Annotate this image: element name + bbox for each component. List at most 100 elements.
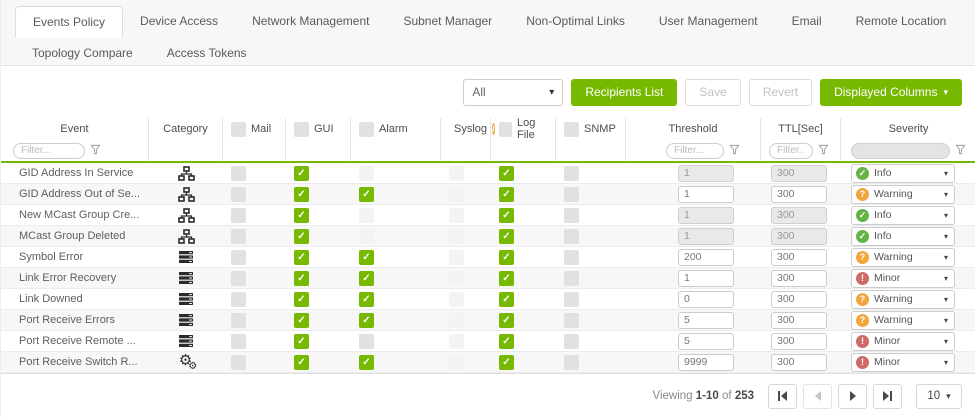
ttl-input[interactable] <box>771 249 827 266</box>
log-file-checkbox[interactable] <box>499 334 514 349</box>
alarm-checkbox[interactable] <box>359 166 374 181</box>
severity-select[interactable]: Warning▾ <box>851 185 955 204</box>
severity-select[interactable]: Info▾ <box>851 164 955 183</box>
log-file-checkbox[interactable] <box>499 250 514 265</box>
select-all-log-file-checkbox[interactable] <box>499 122 512 137</box>
severity-select[interactable]: Info▾ <box>851 206 955 225</box>
ttl-input[interactable] <box>771 165 827 182</box>
select-all-snmp-checkbox[interactable] <box>564 122 579 137</box>
syslog-checkbox[interactable] <box>449 208 464 223</box>
syslog-checkbox[interactable] <box>449 250 464 265</box>
alarm-checkbox[interactable] <box>359 250 374 265</box>
alarm-checkbox[interactable] <box>359 334 374 349</box>
save-button[interactable]: Save <box>685 79 740 106</box>
threshold-input[interactable] <box>678 228 734 245</box>
filter-funnel-icon[interactable] <box>818 142 829 160</box>
threshold-input[interactable] <box>678 186 734 203</box>
snmp-checkbox[interactable] <box>564 208 579 223</box>
syslog-checkbox[interactable] <box>449 187 464 202</box>
alarm-checkbox[interactable] <box>359 355 374 370</box>
ttl-input[interactable] <box>771 228 827 245</box>
gui-checkbox[interactable] <box>294 166 309 181</box>
threshold-filter-input[interactable] <box>666 143 724 159</box>
severity-select[interactable]: Minor▾ <box>851 332 955 351</box>
gui-checkbox[interactable] <box>294 355 309 370</box>
alarm-checkbox[interactable] <box>359 271 374 286</box>
select-all-gui-checkbox[interactable] <box>294 122 309 137</box>
ttl-input[interactable] <box>771 333 827 350</box>
snmp-checkbox[interactable] <box>564 292 579 307</box>
last-page-button[interactable] <box>873 384 902 409</box>
gui-checkbox[interactable] <box>294 313 309 328</box>
mail-checkbox[interactable] <box>231 187 246 202</box>
threshold-input[interactable] <box>678 165 734 182</box>
tab-email[interactable]: Email <box>775 6 839 38</box>
snmp-checkbox[interactable] <box>564 313 579 328</box>
tab-topology-compare[interactable]: Topology Compare <box>15 38 150 68</box>
tab-device-access[interactable]: Device Access <box>123 6 235 38</box>
gui-checkbox[interactable] <box>294 187 309 202</box>
severity-filter-select[interactable] <box>851 143 950 159</box>
severity-select[interactable]: Warning▾ <box>851 311 955 330</box>
ttl-input[interactable] <box>771 207 827 224</box>
alarm-checkbox[interactable] <box>359 313 374 328</box>
event-filter-input[interactable] <box>13 143 85 159</box>
severity-select[interactable]: Minor▾ <box>851 269 955 288</box>
alarm-checkbox[interactable] <box>359 187 374 202</box>
alarm-checkbox[interactable] <box>359 292 374 307</box>
mail-checkbox[interactable] <box>231 208 246 223</box>
ttl-input[interactable] <box>771 270 827 287</box>
syslog-checkbox[interactable] <box>449 166 464 181</box>
threshold-input[interactable] <box>678 312 734 329</box>
filter-funnel-icon[interactable] <box>729 142 740 160</box>
mail-checkbox[interactable] <box>231 292 246 307</box>
alarm-checkbox[interactable] <box>359 229 374 244</box>
mail-checkbox[interactable] <box>231 271 246 286</box>
syslog-checkbox[interactable] <box>449 334 464 349</box>
threshold-input[interactable] <box>678 207 734 224</box>
tab-events-policy[interactable]: Events Policy <box>15 6 123 38</box>
ttl-input[interactable] <box>771 354 827 371</box>
revert-button[interactable]: Revert <box>749 79 812 106</box>
gui-checkbox[interactable] <box>294 229 309 244</box>
log-file-checkbox[interactable] <box>499 166 514 181</box>
select-all-alarm-checkbox[interactable] <box>359 122 374 137</box>
previous-page-button[interactable] <box>803 384 832 409</box>
ttl-filter-input[interactable] <box>769 143 813 159</box>
log-file-checkbox[interactable] <box>499 208 514 223</box>
threshold-input[interactable] <box>678 249 734 266</box>
snmp-checkbox[interactable] <box>564 334 579 349</box>
mail-checkbox[interactable] <box>231 250 246 265</box>
gui-checkbox[interactable] <box>294 334 309 349</box>
snmp-checkbox[interactable] <box>564 187 579 202</box>
page-size-select[interactable]: 10 ▾ <box>916 384 962 409</box>
gui-checkbox[interactable] <box>294 292 309 307</box>
gui-checkbox[interactable] <box>294 208 309 223</box>
next-page-button[interactable] <box>838 384 867 409</box>
tab-network-management[interactable]: Network Management <box>235 6 386 38</box>
mail-checkbox[interactable] <box>231 313 246 328</box>
snmp-checkbox[interactable] <box>564 166 579 181</box>
alarm-checkbox[interactable] <box>359 208 374 223</box>
first-page-button[interactable] <box>768 384 797 409</box>
ttl-input[interactable] <box>771 312 827 329</box>
severity-select[interactable]: Info▾ <box>851 227 955 246</box>
log-file-checkbox[interactable] <box>499 187 514 202</box>
snmp-checkbox[interactable] <box>564 355 579 370</box>
ttl-input[interactable] <box>771 186 827 203</box>
tab-data-streaming[interactable]: Data Streaming <box>963 6 975 38</box>
mail-checkbox[interactable] <box>231 229 246 244</box>
snmp-checkbox[interactable] <box>564 271 579 286</box>
log-file-checkbox[interactable] <box>499 313 514 328</box>
tab-access-tokens[interactable]: Access Tokens <box>150 38 264 68</box>
severity-select[interactable]: Minor▾ <box>851 353 955 372</box>
log-file-checkbox[interactable] <box>499 271 514 286</box>
severity-select[interactable]: Warning▾ <box>851 290 955 309</box>
tab-user-management[interactable]: User Management <box>642 6 775 38</box>
ttl-input[interactable] <box>771 291 827 308</box>
threshold-input[interactable] <box>678 270 734 287</box>
threshold-input[interactable] <box>678 333 734 350</box>
recipients-list-button[interactable]: Recipients List <box>571 79 677 106</box>
log-file-checkbox[interactable] <box>499 292 514 307</box>
event-scope-select[interactable]: All ▾ <box>463 79 563 106</box>
